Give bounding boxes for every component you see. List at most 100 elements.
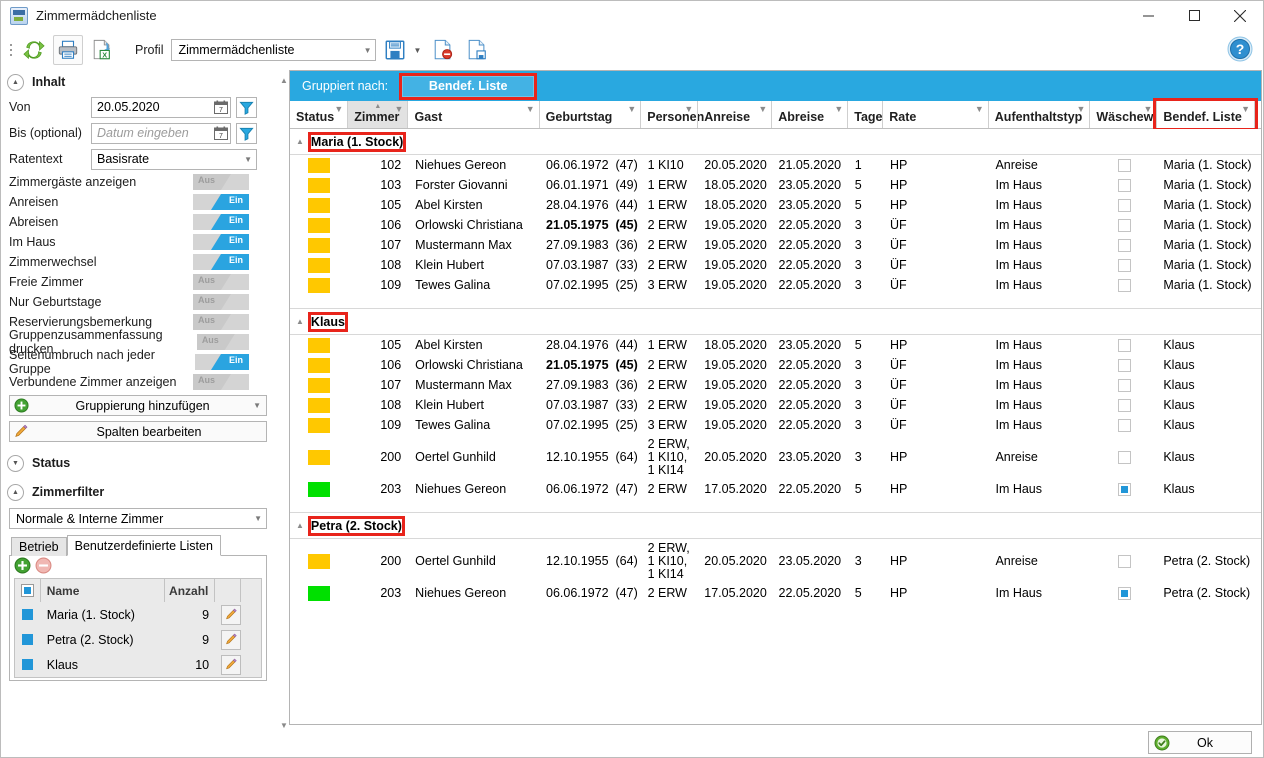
list-item[interactable]: Petra (2. Stock) 9 [15, 627, 261, 652]
list-item-edit-button[interactable] [215, 604, 242, 625]
cell-waeschew[interactable] [1091, 255, 1157, 275]
column-header-waeschew[interactable]: Wäschew. ▼ [1089, 101, 1158, 128]
splitter-collapse-down-icon[interactable]: ▼ [280, 721, 288, 730]
filter-dropdown-icon[interactable]: ▼ [627, 105, 636, 114]
group-header-row[interactable]: ▲ Maria (1. Stock) [290, 129, 1261, 155]
filter-dropdown-icon[interactable]: ▼ [975, 105, 984, 114]
table-row[interactable]: 106 Orlowski Christiana 21.05.1975 (45) 2 E… [290, 355, 1261, 375]
ok-button[interactable]: Ok [1148, 731, 1252, 754]
cell-waeschew[interactable] [1091, 583, 1157, 603]
cell-waeschew[interactable] [1091, 195, 1157, 215]
table-row[interactable]: 107 Mustermann Max 27.09.1983 (36) 2 ERW 19.… [290, 375, 1261, 395]
toggle-row-anreisen[interactable]: Anreisen Ein [1, 192, 279, 212]
table-row[interactable]: 200 Oertel Gunhild 12.10.1955 (64) 2 ERW, 1 … [290, 539, 1261, 583]
export-excel-button[interactable]: X [87, 35, 117, 65]
help-button[interactable]: ? [1227, 36, 1253, 65]
toggle-row-freie-zimmer[interactable]: Freie Zimmer Aus [1, 272, 279, 292]
toggle-freie-zimmer[interactable]: Aus [193, 274, 249, 290]
cell-waeschew[interactable] [1091, 479, 1157, 499]
table-row[interactable]: 105 Abel Kirsten 28.04.1976 (44) 1 ERW 18.05… [290, 335, 1261, 355]
cell-waeschew[interactable] [1091, 435, 1157, 479]
table-row[interactable]: 203 Niehues Gereon 06.06.1972 (47) 2 ERW 17.… [290, 479, 1261, 499]
zimmerfilter-combo[interactable]: Normale & Interne Zimmer ▼ [9, 508, 267, 529]
collapse-up-icon[interactable]: ▲ [296, 521, 304, 530]
column-header-personen[interactable]: Personen ▼ [640, 101, 704, 128]
toggle-im-haus[interactable]: Ein [193, 234, 249, 250]
save-profile-button[interactable] [380, 35, 410, 65]
table-row[interactable]: 203 Niehues Gereon 06.06.1972 (47) 2 ERW 17.… [290, 583, 1261, 603]
field-bis-filter-button[interactable] [236, 122, 257, 144]
cell-waeschew[interactable] [1091, 375, 1157, 395]
column-name[interactable]: Name [41, 579, 166, 602]
cell-waeschew[interactable] [1091, 395, 1157, 415]
table-row[interactable]: 107 Mustermann Max 27.09.1983 (36) 2 ERW 19.… [290, 235, 1261, 255]
column-header-anreise[interactable]: Anreise ▼ [697, 101, 773, 128]
toggle-row-verbundene-zimmer[interactable]: Verbundene Zimmer anzeigen Aus [1, 372, 279, 392]
toggle-nur-geburtstage[interactable]: Aus [193, 294, 249, 310]
group-by-chip-bendef-liste[interactable]: Bendef. Liste [399, 72, 538, 100]
refresh-button[interactable] [19, 35, 49, 65]
edit-columns-button[interactable]: Spalten bearbeiten [9, 421, 267, 442]
table-row[interactable]: 102 Niehues Gereon 06.06.1972 (47) 1 KI10 20… [290, 155, 1261, 175]
save-as-button[interactable] [462, 35, 492, 65]
collapse-up-icon[interactable]: ▲ [296, 137, 304, 146]
ratentext-combo[interactable]: Basisrate ▼ [91, 148, 257, 170]
table-row[interactable]: 103 Forster Giovanni 06.01.1971 (49) 1 ERW 1… [290, 175, 1261, 195]
list-item[interactable]: Klaus 10 [15, 652, 261, 677]
filter-dropdown-icon[interactable]: ▼ [834, 105, 843, 114]
toggle-zimmerwechsel[interactable]: Ein [193, 254, 249, 270]
column-anzahl[interactable]: Anzahl [165, 579, 216, 602]
toggle-row-zimmerwechsel[interactable]: Zimmerwechsel Ein [1, 252, 279, 272]
field-von-input[interactable]: 20.05.2020 7 [91, 96, 231, 118]
cell-waeschew[interactable] [1091, 335, 1157, 355]
column-header-gast[interactable]: Gast ▼ [407, 101, 540, 128]
toggle-anreisen[interactable]: Ein [193, 194, 249, 210]
field-bis-input[interactable]: Datum eingeben 7 [91, 122, 231, 144]
filter-dropdown-icon[interactable]: ▼ [1076, 105, 1085, 114]
add-grouping-button[interactable]: Gruppierung hinzufügen ▼ [9, 395, 267, 416]
table-row[interactable]: 106 Orlowski Christiana 21.05.1975 (45) 2 E… [290, 215, 1261, 235]
print-button[interactable] [53, 35, 83, 65]
filter-dropdown-icon[interactable]: ▼ [526, 105, 535, 114]
column-header-status[interactable]: Status ▼ [290, 101, 349, 128]
cell-waeschew[interactable] [1091, 235, 1157, 255]
toggle-seitenumbruch-nach-jeder-gruppe[interactable]: Ein [194, 354, 249, 370]
section-inhalt-header[interactable]: ▲ Inhalt [1, 70, 279, 94]
row-checkbox[interactable] [15, 634, 41, 645]
minimize-button[interactable] [1125, 1, 1171, 30]
toggle-row-nur-geburtstage[interactable]: Nur Geburtstage Aus [1, 292, 279, 312]
column-header-geburtstag[interactable]: Geburtstag ▼ [538, 101, 642, 128]
cell-waeschew[interactable] [1091, 539, 1157, 583]
maximize-button[interactable] [1171, 1, 1217, 30]
profile-combo[interactable]: Zimmermädchenliste ▼ [171, 39, 377, 61]
toggle-row-zimmergaeste[interactable]: Zimmergäste anzeigen Aus [1, 172, 279, 192]
column-header-zimmer[interactable]: ▲ Zimmer ▼ [347, 101, 409, 128]
toggle-zimmergaeste-anzeigen[interactable]: Aus [193, 174, 249, 190]
table-row[interactable]: 109 Tewes Galina 07.02.1995 (25) 3 ERW 19.05… [290, 415, 1261, 435]
tab-betrieb[interactable]: Betrieb [11, 537, 67, 556]
toggle-row-seitenumbruch[interactable]: Seitenumbruch nach jeder Gruppe Ein [1, 348, 279, 376]
row-checkbox[interactable] [15, 659, 41, 670]
calendar-icon[interactable]: 7 [214, 100, 228, 114]
filter-dropdown-icon[interactable]: ▼ [1241, 105, 1250, 114]
list-item-edit-button[interactable] [215, 629, 242, 650]
collapse-up-icon[interactable]: ▲ [296, 317, 304, 326]
filter-dropdown-icon[interactable]: ▼ [334, 105, 343, 114]
panel-splitter[interactable]: ▲ ▼ [279, 70, 289, 757]
cell-waeschew[interactable] [1091, 275, 1157, 295]
section-zimmerfilter-header[interactable]: ▲ Zimmerfilter [1, 480, 279, 504]
column-header-abreise[interactable]: Abreise ▼ [771, 101, 849, 128]
toggle-gruppenzusammenfassung-drucken[interactable]: Aus [196, 334, 249, 350]
filter-dropdown-icon[interactable]: ▼ [395, 105, 404, 114]
toggle-verbundene-zimmer-anzeigen[interactable]: Aus [193, 374, 249, 390]
save-split-arrow[interactable]: ▼ [410, 35, 424, 65]
column-header-tage[interactable]: Tage [847, 101, 884, 128]
cell-waeschew[interactable] [1091, 175, 1157, 195]
list-item-edit-button[interactable] [215, 654, 242, 675]
table-row[interactable]: 105 Abel Kirsten 28.04.1976 (44) 1 ERW 18.05… [290, 195, 1261, 215]
delete-profile-button[interactable] [428, 35, 458, 65]
column-header-bendef-liste[interactable]: Bendef. Liste ▼ [1153, 98, 1259, 131]
toggle-abreisen[interactable]: Ein [193, 214, 249, 230]
table-row[interactable]: 200 Oertel Gunhild 12.10.1955 (64) 2 ERW, 1 … [290, 435, 1261, 479]
table-row[interactable]: 109 Tewes Galina 07.02.1995 (25) 3 ERW 19.05… [290, 275, 1261, 295]
